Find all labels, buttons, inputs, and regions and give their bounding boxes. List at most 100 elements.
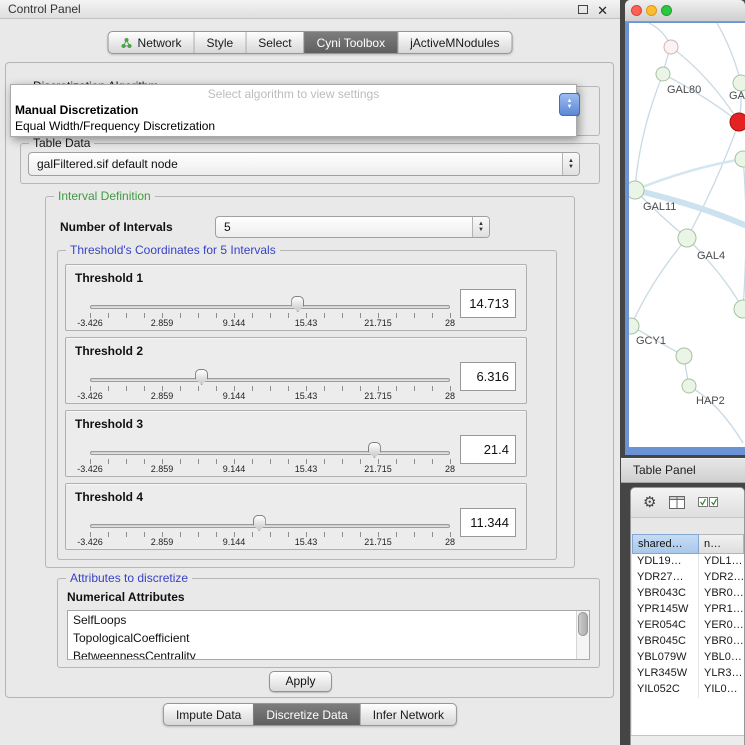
- cell[interactable]: YER054C: [632, 618, 699, 634]
- cell[interactable]: YDR2…: [699, 570, 744, 586]
- table-row[interactable]: YPR145WYPR1…: [632, 602, 744, 618]
- network-node[interactable]: [682, 379, 696, 393]
- cell[interactable]: YBL0…: [699, 650, 744, 666]
- table-data-combobox[interactable]: galFiltered.sif default node ▲ ▼: [28, 152, 580, 176]
- network-node[interactable]: [733, 75, 745, 91]
- gear-icon[interactable]: ⚙: [643, 495, 656, 510]
- network-edge[interactable]: [687, 238, 743, 309]
- network-node[interactable]: [664, 40, 678, 54]
- network-node[interactable]: [734, 300, 745, 318]
- threshold-1-slider-thumb[interactable]: [291, 296, 304, 312]
- network-node[interactable]: [656, 67, 670, 81]
- number-of-intervals-stepper[interactable]: ▲ ▼: [472, 217, 489, 237]
- threshold-4-value-field[interactable]: 11.344: [460, 508, 516, 537]
- table-row[interactable]: YBR043CYBR0…: [632, 586, 744, 602]
- apply-button[interactable]: Apply: [269, 671, 332, 692]
- threshold-4-slider-thumb[interactable]: [253, 515, 266, 531]
- table-row[interactable]: YDL19…YDL1…: [632, 554, 744, 570]
- network-edge[interactable]: [717, 23, 741, 83]
- list-item[interactable]: SelfLoops: [68, 611, 589, 629]
- threshold-3-value-field[interactable]: 21.4: [460, 435, 516, 464]
- network-canvas[interactable]: GAL80GAGAL11GAL4GCY1HAP2: [629, 23, 745, 447]
- cell[interactable]: YBR0…: [699, 586, 744, 602]
- tab-style[interactable]: Style: [194, 32, 246, 53]
- threshold-3-slider-track[interactable]: [90, 451, 450, 455]
- table-row[interactable]: YER054CYER0…: [632, 618, 744, 634]
- threshold-2-value-field[interactable]: 6.316: [460, 362, 516, 391]
- scale-label: 28: [445, 391, 455, 401]
- threshold-1-slider-track[interactable]: [90, 305, 450, 309]
- table-data-legend: Table Data: [29, 136, 94, 150]
- list-item[interactable]: TopologicalCoefficient: [68, 629, 589, 647]
- horizontal-scrollbar[interactable]: [631, 735, 744, 745]
- threshold-2-panel: Threshold 2 -3.426 2.859 9.144 15.43 21.…: [65, 337, 527, 404]
- cell[interactable]: YDL19…: [632, 554, 699, 570]
- cell[interactable]: YER0…: [699, 618, 744, 634]
- algorithm-combobox-stepper[interactable]: ▲ ▼: [559, 93, 580, 116]
- columns-icon[interactable]: [669, 496, 685, 509]
- table-row[interactable]: YDR27…YDR2…: [632, 570, 744, 586]
- float-window-icon[interactable]: [578, 5, 588, 14]
- table-toolbar: ⚙: [631, 488, 744, 518]
- list-scrollbar[interactable]: [576, 611, 589, 659]
- cell[interactable]: YLR3…: [699, 666, 744, 682]
- number-of-intervals-combobox[interactable]: 5 ▲ ▼: [215, 216, 490, 238]
- threshold-3-panel: Threshold 3 -3.426 2.859 9.144 15.43 21.…: [65, 410, 527, 477]
- algorithm-option-equal-width[interactable]: Equal Width/Frequency Discretization: [11, 118, 576, 134]
- network-edge[interactable]: [631, 238, 687, 326]
- list-item[interactable]: BetweennessCentrality: [68, 647, 589, 660]
- cell[interactable]: YLR345W: [632, 666, 699, 682]
- scrollbar-thumb[interactable]: [578, 612, 588, 636]
- tab-discretize-data[interactable]: Discretize Data: [253, 704, 359, 725]
- cell[interactable]: YDR27…: [632, 570, 699, 586]
- close-light[interactable]: [631, 5, 642, 16]
- cell[interactable]: YIL0…: [699, 682, 744, 698]
- table-row[interactable]: YBL079WYBL0…: [632, 650, 744, 666]
- cell[interactable]: YBR0…: [699, 634, 744, 650]
- minimize-light[interactable]: [646, 5, 657, 16]
- network-node[interactable]: [730, 113, 745, 131]
- close-icon[interactable]: ✕: [597, 2, 608, 20]
- tab-impute-data[interactable]: Impute Data: [164, 704, 253, 725]
- network-node[interactable]: [676, 348, 692, 364]
- threshold-1-value-field[interactable]: 14.713: [460, 289, 516, 318]
- tab-select[interactable]: Select: [245, 32, 303, 53]
- tab-network[interactable]: Network: [109, 32, 194, 53]
- threshold-4-slider-track[interactable]: [90, 524, 450, 528]
- column-header-shared-name[interactable]: shared…: [632, 534, 699, 554]
- scale-label: 2.859: [151, 537, 174, 547]
- column-header-name[interactable]: n…: [699, 534, 744, 554]
- control-panel: Control Panel ✕ Network Style Select Cyn…: [0, 0, 620, 745]
- threshold-2-slider-thumb[interactable]: [195, 369, 208, 385]
- network-edge[interactable]: [635, 159, 743, 190]
- network-node[interactable]: [678, 229, 696, 247]
- threshold-3-slider-thumb[interactable]: [368, 442, 381, 458]
- table-data-stepper[interactable]: ▲ ▼: [562, 153, 579, 175]
- tab-jactivemnodules[interactable]: jActiveMNodules: [397, 32, 511, 53]
- zoom-light[interactable]: [661, 5, 672, 16]
- tab-infer-network[interactable]: Infer Network: [360, 704, 456, 725]
- network-edge[interactable]: [635, 74, 663, 190]
- table-row[interactable]: YIL052CYIL0…: [632, 682, 744, 698]
- cell[interactable]: YDL1…: [699, 554, 744, 570]
- network-icon: [121, 37, 133, 49]
- scale-label: 9.144: [223, 537, 246, 547]
- network-node[interactable]: [735, 151, 745, 167]
- cell[interactable]: YBR045C: [632, 634, 699, 650]
- select-columns-checkboxes-icon[interactable]: [698, 497, 718, 508]
- table-row[interactable]: YLR345WYLR3…: [632, 666, 744, 682]
- table-row[interactable]: YBR045CYBR0…: [632, 634, 744, 650]
- threshold-2-slider-track[interactable]: [90, 378, 450, 382]
- cell[interactable]: YPR145W: [632, 602, 699, 618]
- network-node[interactable]: [629, 318, 639, 334]
- network-edge[interactable]: [663, 74, 739, 122]
- cell[interactable]: YBR043C: [632, 586, 699, 602]
- network-node[interactable]: [629, 181, 644, 199]
- threshold-1-panel: Threshold 1 -3.426 2.859 9.144 15.43 21.…: [65, 264, 527, 331]
- cell[interactable]: YPR1…: [699, 602, 744, 618]
- algorithm-popup-placeholder: Select algorithm to view settings: [11, 87, 576, 102]
- cell[interactable]: YBL079W: [632, 650, 699, 666]
- algorithm-option-manual[interactable]: Manual Discretization: [11, 102, 576, 118]
- tab-cyni-toolbox[interactable]: Cyni Toolbox: [304, 32, 397, 53]
- cell[interactable]: YIL052C: [632, 682, 699, 698]
